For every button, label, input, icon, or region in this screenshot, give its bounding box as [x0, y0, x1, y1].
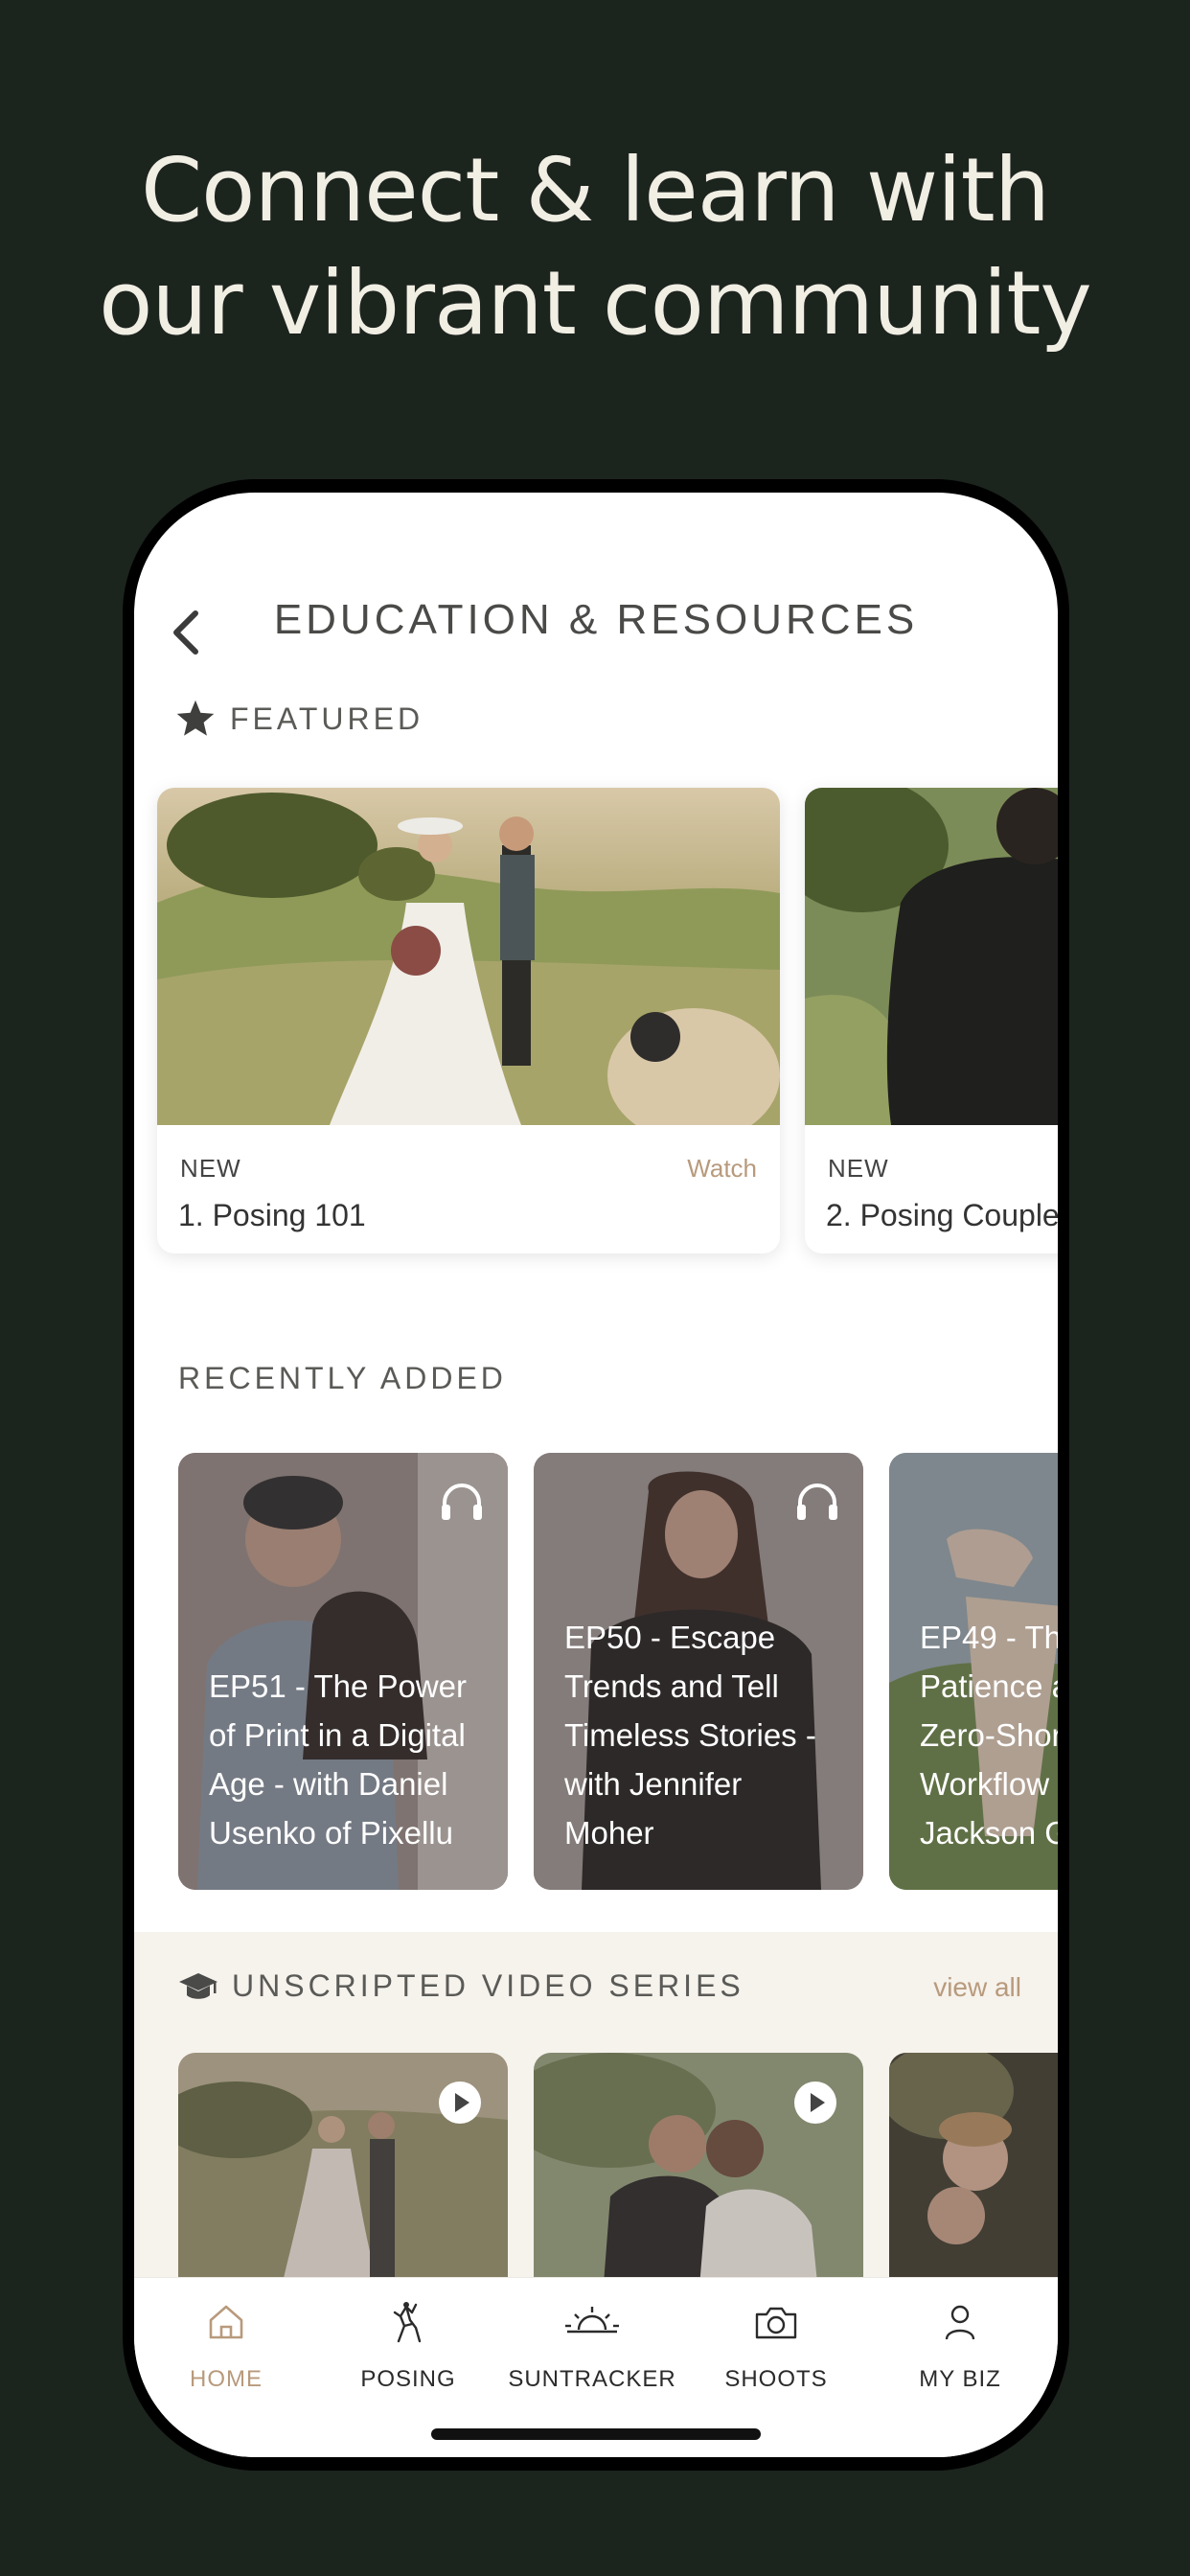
featured-card-title: 1. Posing 101 [178, 1198, 366, 1232]
camera-icon [755, 2307, 797, 2339]
view-all-link[interactable]: view all [933, 1972, 1021, 2003]
tab-label: HOME [190, 2366, 263, 2392]
tab-label: SHOOTS [724, 2366, 828, 2392]
headline-line-2: our vibrant community [99, 252, 1092, 355]
sunrise-icon [565, 2307, 619, 2334]
graduation-cap-icon [179, 1972, 217, 1999]
watch-link[interactable]: Watch [687, 1154, 757, 1184]
tab-suntracker[interactable]: SUNTRACKER [500, 2295, 684, 2393]
play-icon [794, 2082, 836, 2124]
user-icon [945, 2305, 975, 2340]
tab-label: SUNTRACKER [508, 2366, 676, 2392]
tab-label: POSING [360, 2366, 456, 2392]
tab-home[interactable]: HOME [134, 2295, 318, 2393]
tab-my-biz[interactable]: MY BIZ [868, 2295, 1052, 2393]
tab-shoots[interactable]: SHOOTS [684, 2295, 868, 2393]
featured-heading-label: FEATURED [230, 701, 424, 736]
headphones-icon [442, 1484, 482, 1520]
home-icon [209, 2305, 243, 2339]
play-icon [439, 2082, 481, 2124]
phone-screen: EDUCATION & RESOURCES FEATURED NEW Watch… [134, 493, 1058, 2457]
podcast-card-ep49[interactable]: EP49 - Th Patience a Zero-Shor Workflow … [889, 1453, 1058, 1890]
headline-line-1: Connect & learn with [140, 139, 1050, 242]
star-icon [176, 700, 215, 736]
unscripted-heading-label: UNSCRIPTED VIDEO SERIES [232, 1968, 744, 2003]
featured-image-couple [805, 788, 1058, 1125]
podcast-title: EP49 - Th Patience a Zero-Shor Workflow … [920, 1620, 1058, 1851]
featured-card-posing-101[interactable]: NEW Watch 1. Posing 101 [157, 788, 780, 1254]
podcast-card-ep51[interactable]: EP51 - The Power of Print in a Digital A… [178, 1453, 508, 1890]
featured-card-tag: NEW [828, 1154, 889, 1183]
home-indicator[interactable] [431, 2428, 761, 2440]
featured-card-tag: NEW [180, 1154, 241, 1183]
podcast-title: EP51 - The Power of Print in a Digital A… [209, 1668, 468, 1851]
unscripted-heading: UNSCRIPTED VIDEO SERIES [178, 1968, 744, 2004]
recently-added-heading: RECENTLY ADDED [178, 1361, 507, 1396]
headphones-icon [797, 1484, 837, 1520]
podcast-title: EP50 - Escape Trends and Tell Timeless S… [564, 1620, 816, 1851]
headline: Connect & learn with our vibrant communi… [0, 134, 1190, 360]
tab-label: MY BIZ [919, 2366, 1001, 2392]
podcast-card-ep50[interactable]: EP50 - Escape Trends and Tell Timeless S… [534, 1453, 863, 1890]
featured-card-title: 2. Posing Couples [826, 1198, 1058, 1232]
page-title: EDUCATION & RESOURCES [273, 596, 919, 643]
featured-card-posing-couples[interactable]: NEW 2. Posing Couples [805, 788, 1058, 1254]
featured-image-wedding [157, 788, 780, 1125]
posing-icon [393, 2302, 422, 2343]
featured-heading: FEATURED [174, 698, 423, 740]
tab-posing[interactable]: POSING [316, 2295, 500, 2393]
recently-added-label: RECENTLY ADDED [178, 1361, 507, 1395]
